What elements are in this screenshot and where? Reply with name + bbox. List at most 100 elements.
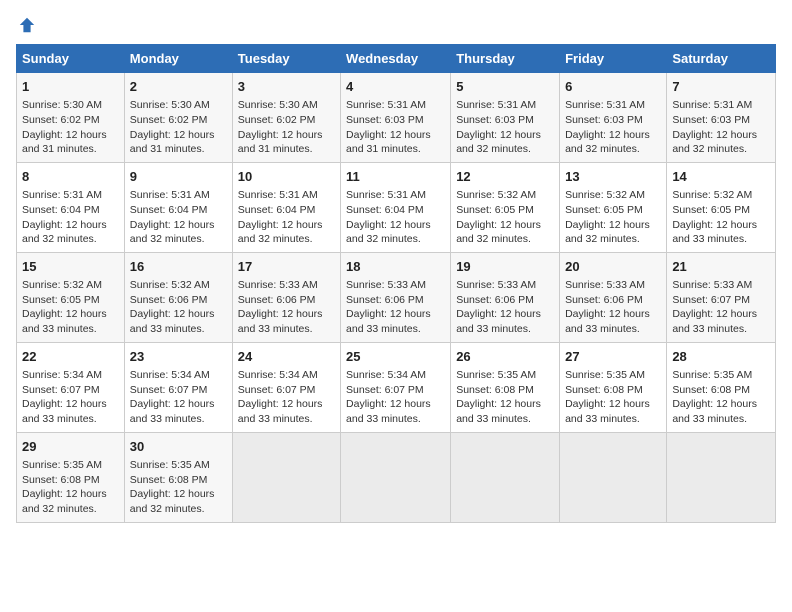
- calendar-cell: 28Sunrise: 5:35 AMSunset: 6:08 PMDayligh…: [667, 342, 776, 432]
- day-number: 3: [238, 78, 335, 96]
- day-info: Sunrise: 5:32 AMSunset: 6:05 PMDaylight:…: [456, 189, 541, 245]
- calendar-cell: 21Sunrise: 5:33 AMSunset: 6:07 PMDayligh…: [667, 252, 776, 342]
- weekday-header: Thursday: [451, 45, 560, 73]
- calendar-cell: 6 Sunrise: 5:31 AMSunset: 6:03 PMDaylight…: [560, 73, 667, 163]
- day-number: 24: [238, 348, 335, 366]
- day-info: Sunrise: 5:31 AMSunset: 6:03 PMDaylight:…: [672, 99, 757, 155]
- day-info: Sunrise: 5:32 AMSunset: 6:05 PMDaylight:…: [565, 189, 650, 245]
- calendar-cell: 10Sunrise: 5:31 AMSunset: 6:04 PMDayligh…: [232, 162, 340, 252]
- calendar-cell: [232, 432, 340, 522]
- calendar-cell: 23Sunrise: 5:34 AMSunset: 6:07 PMDayligh…: [124, 342, 232, 432]
- calendar-cell: [451, 432, 560, 522]
- calendar-cell: 20 Sunrise: 5:33 AMSunset: 6:06 PMDayligh…: [560, 252, 667, 342]
- calendar-cell: 14 Sunrise: 5:32 AMSunset: 6:05 PMDayligh…: [667, 162, 776, 252]
- day-number: 4: [346, 78, 445, 96]
- day-info: Sunrise: 5:32 AMSunset: 6:05 PMDaylight:…: [672, 189, 757, 245]
- day-number: 19: [456, 258, 554, 276]
- calendar-header-row: SundayMondayTuesdayWednesdayThursdayFrid…: [17, 45, 776, 73]
- day-info: Sunrise: 5:30 AMSunset: 6:02 PMDaylight:…: [22, 99, 107, 155]
- calendar-cell: 5 Sunrise: 5:31 AMSunset: 6:03 PMDaylight…: [451, 73, 560, 163]
- weekday-header: Friday: [560, 45, 667, 73]
- weekday-header: Wednesday: [341, 45, 451, 73]
- day-number: 9: [130, 168, 227, 186]
- calendar-week-row: 8 Sunrise: 5:31 AMSunset: 6:04 PMDaylight…: [17, 162, 776, 252]
- calendar-week-row: 29 Sunrise: 5:35 AMSunset: 6:08 PMDayligh…: [17, 432, 776, 522]
- day-number: 11: [346, 168, 445, 186]
- calendar-cell: 29 Sunrise: 5:35 AMSunset: 6:08 PMDayligh…: [17, 432, 125, 522]
- calendar-cell: 1 Sunrise: 5:30 AMSunset: 6:02 PMDaylight…: [17, 73, 125, 163]
- day-info: Sunrise: 5:33 AMSunset: 6:06 PMDaylight:…: [346, 279, 431, 335]
- day-info: Sunrise: 5:35 AMSunset: 6:08 PMDaylight:…: [130, 459, 215, 515]
- day-info: Sunrise: 5:34 AMSunset: 6:07 PMDaylight:…: [346, 369, 431, 425]
- day-info: Sunrise: 5:35 AMSunset: 6:08 PMDaylight:…: [565, 369, 650, 425]
- weekday-header: Monday: [124, 45, 232, 73]
- day-info: Sunrise: 5:31 AMSunset: 6:04 PMDaylight:…: [22, 189, 107, 245]
- day-info: Sunrise: 5:34 AMSunset: 6:07 PMDaylight:…: [130, 369, 215, 425]
- day-info: Sunrise: 5:33 AMSunset: 6:06 PMDaylight:…: [565, 279, 650, 335]
- calendar-cell: 24Sunrise: 5:34 AMSunset: 6:07 PMDayligh…: [232, 342, 340, 432]
- calendar-cell: 25 Sunrise: 5:34 AMSunset: 6:07 PMDayligh…: [341, 342, 451, 432]
- calendar-week-row: 22 Sunrise: 5:34 AMSunset: 6:07 PMDayligh…: [17, 342, 776, 432]
- day-number: 13: [565, 168, 661, 186]
- day-info: Sunrise: 5:31 AMSunset: 6:04 PMDaylight:…: [346, 189, 431, 245]
- calendar-cell: [667, 432, 776, 522]
- day-info: Sunrise: 5:35 AMSunset: 6:08 PMDaylight:…: [672, 369, 757, 425]
- calendar-cell: 16 Sunrise: 5:32 AMSunset: 6:06 PMDayligh…: [124, 252, 232, 342]
- calendar-cell: 4 Sunrise: 5:31 AMSunset: 6:03 PMDaylight…: [341, 73, 451, 163]
- logo: [16, 16, 36, 34]
- calendar-table: SundayMondayTuesdayWednesdayThursdayFrid…: [16, 44, 776, 523]
- calendar-cell: 3 Sunrise: 5:30 AMSunset: 6:02 PMDaylight…: [232, 73, 340, 163]
- day-number: 15: [22, 258, 119, 276]
- calendar-cell: 13 Sunrise: 5:32 AMSunset: 6:05 PMDayligh…: [560, 162, 667, 252]
- day-info: Sunrise: 5:30 AMSunset: 6:02 PMDaylight:…: [238, 99, 323, 155]
- calendar-cell: 18 Sunrise: 5:33 AMSunset: 6:06 PMDayligh…: [341, 252, 451, 342]
- calendar-cell: 27 Sunrise: 5:35 AMSunset: 6:08 PMDayligh…: [560, 342, 667, 432]
- day-number: 17: [238, 258, 335, 276]
- day-number: 7: [672, 78, 770, 96]
- calendar-cell: 15Sunrise: 5:32 AMSunset: 6:05 PMDayligh…: [17, 252, 125, 342]
- calendar-cell: 30 Sunrise: 5:35 AMSunset: 6:08 PMDayligh…: [124, 432, 232, 522]
- day-number: 12: [456, 168, 554, 186]
- day-number: 25: [346, 348, 445, 366]
- calendar-cell: 8 Sunrise: 5:31 AMSunset: 6:04 PMDaylight…: [17, 162, 125, 252]
- calendar-cell: 11 Sunrise: 5:31 AMSunset: 6:04 PMDayligh…: [341, 162, 451, 252]
- day-number: 22: [22, 348, 119, 366]
- day-number: 27: [565, 348, 661, 366]
- day-info: Sunrise: 5:31 AMSunset: 6:03 PMDaylight:…: [565, 99, 650, 155]
- day-number: 18: [346, 258, 445, 276]
- day-info: Sunrise: 5:35 AMSunset: 6:08 PMDaylight:…: [456, 369, 541, 425]
- day-number: 8: [22, 168, 119, 186]
- day-number: 2: [130, 78, 227, 96]
- day-info: Sunrise: 5:33 AMSunset: 6:06 PMDaylight:…: [456, 279, 541, 335]
- day-info: Sunrise: 5:32 AMSunset: 6:06 PMDaylight:…: [130, 279, 215, 335]
- weekday-header: Saturday: [667, 45, 776, 73]
- day-number: 5: [456, 78, 554, 96]
- calendar-cell: [341, 432, 451, 522]
- day-info: Sunrise: 5:35 AMSunset: 6:08 PMDaylight:…: [22, 459, 107, 515]
- day-number: 6: [565, 78, 661, 96]
- day-info: Sunrise: 5:31 AMSunset: 6:03 PMDaylight:…: [346, 99, 431, 155]
- day-info: Sunrise: 5:34 AMSunset: 6:07 PMDaylight:…: [22, 369, 107, 425]
- calendar-week-row: 1 Sunrise: 5:30 AMSunset: 6:02 PMDaylight…: [17, 73, 776, 163]
- calendar-cell: 17 Sunrise: 5:33 AMSunset: 6:06 PMDayligh…: [232, 252, 340, 342]
- calendar-cell: 9 Sunrise: 5:31 AMSunset: 6:04 PMDaylight…: [124, 162, 232, 252]
- day-number: 14: [672, 168, 770, 186]
- day-number: 29: [22, 438, 119, 456]
- day-number: 1: [22, 78, 119, 96]
- day-number: 16: [130, 258, 227, 276]
- weekday-header: Sunday: [17, 45, 125, 73]
- day-number: 21: [672, 258, 770, 276]
- day-number: 30: [130, 438, 227, 456]
- calendar-cell: 26 Sunrise: 5:35 AMSunset: 6:08 PMDayligh…: [451, 342, 560, 432]
- weekday-header: Tuesday: [232, 45, 340, 73]
- day-info: Sunrise: 5:30 AMSunset: 6:02 PMDaylight:…: [130, 99, 215, 155]
- day-info: Sunrise: 5:31 AMSunset: 6:04 PMDaylight:…: [130, 189, 215, 245]
- calendar-cell: 12 Sunrise: 5:32 AMSunset: 6:05 PMDayligh…: [451, 162, 560, 252]
- day-info: Sunrise: 5:33 AMSunset: 6:06 PMDaylight:…: [238, 279, 323, 335]
- logo-icon: [18, 16, 36, 34]
- day-info: Sunrise: 5:31 AMSunset: 6:03 PMDaylight:…: [456, 99, 541, 155]
- day-number: 20: [565, 258, 661, 276]
- day-info: Sunrise: 5:31 AMSunset: 6:04 PMDaylight:…: [238, 189, 323, 245]
- day-number: 26: [456, 348, 554, 366]
- calendar-cell: 2 Sunrise: 5:30 AMSunset: 6:02 PMDaylight…: [124, 73, 232, 163]
